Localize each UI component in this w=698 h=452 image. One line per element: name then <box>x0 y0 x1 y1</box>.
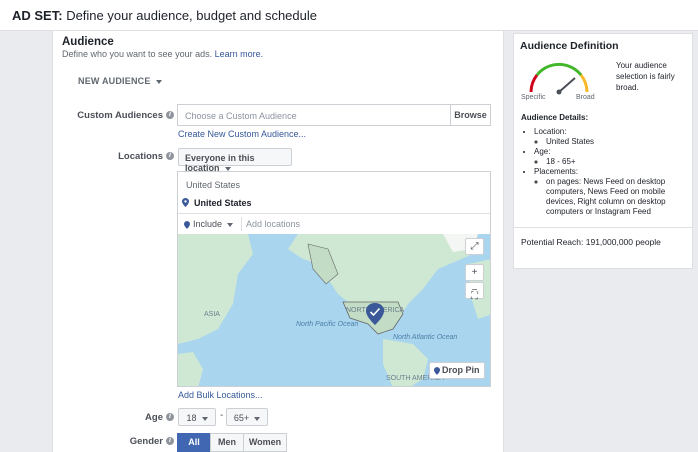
title-text: Define your audience, budget and schedul… <box>66 8 317 23</box>
chevron-down-icon <box>155 79 162 84</box>
detail-age-label: Age: <box>534 147 551 156</box>
audience-definition-title: Audience Definition <box>520 40 619 52</box>
detail-age: Age: 18 - 65+ <box>534 147 689 167</box>
zoom-in-button[interactable]: + <box>465 264 484 281</box>
age-min-value: 18 <box>186 413 197 423</box>
asia-land <box>178 234 253 344</box>
add-bulk-locations-link[interactable]: Add Bulk Locations... <box>178 390 263 400</box>
info-icon[interactable]: i <box>166 437 174 446</box>
include-dropdown[interactable]: Include <box>184 219 234 229</box>
chevron-down-icon <box>201 416 208 421</box>
pin-icon <box>182 198 189 207</box>
audience-details: Audience Details: Location: United State… <box>521 113 689 217</box>
pin-icon <box>434 366 440 375</box>
new-audience-dropdown[interactable]: NEW AUDIENCE <box>78 76 162 86</box>
age-max-dropdown[interactable]: 65+ <box>226 408 268 426</box>
custom-audiences-label: Custom Audiences i <box>74 110 174 121</box>
age-label-text: Age <box>145 412 163 423</box>
age-label: Age i <box>74 412 174 423</box>
browse-button[interactable]: Browse <box>450 105 490 125</box>
gender-all-button[interactable]: All <box>177 433 211 452</box>
custom-audiences-label-text: Custom Audiences <box>77 110 163 121</box>
locations-label: Locations i <box>74 151 174 162</box>
gender-label-text: Gender <box>129 436 163 447</box>
divider <box>513 227 693 228</box>
gauge-specific-label: Specific <box>521 94 546 101</box>
asia-map-label: ASIA <box>204 311 220 318</box>
location-type-dropdown[interactable]: Everyone in this location <box>178 148 292 173</box>
fullscreen-button[interactable]: ⤢ <box>465 238 484 255</box>
info-icon[interactable]: i <box>166 152 174 161</box>
detail-location: Location: United States <box>534 127 689 147</box>
gender-men-button[interactable]: Men <box>210 433 244 452</box>
info-icon[interactable]: i <box>166 111 174 120</box>
section-title: Audience <box>62 36 114 48</box>
gauge-broad-label: Broad <box>576 94 595 101</box>
divider <box>241 217 242 231</box>
include-label: Include <box>193 219 223 229</box>
location-item-label: United States <box>194 198 252 208</box>
locations-label-text: Locations <box>118 151 163 162</box>
new-audience-label: NEW AUDIENCE <box>78 76 151 86</box>
location-list-header: United States <box>186 180 241 190</box>
drop-pin-label: Drop Pin <box>442 365 480 375</box>
detail-placements: Placements: on pages: News Feed on deskt… <box>534 167 689 217</box>
divider <box>178 213 490 214</box>
section-subtitle: Define who you want to see your ads. Lea… <box>62 49 263 59</box>
north-atlantic-map-label: North Atlantic Ocean <box>393 334 457 341</box>
detail-age-value: 18 - 65+ <box>546 157 689 167</box>
audience-gauge-icon <box>529 62 589 95</box>
custom-audience-input[interactable]: Choose a Custom Audience Browse <box>177 104 491 126</box>
age-max-value: 65+ <box>233 413 250 423</box>
create-custom-audience-link[interactable]: Create New Custom Audience... <box>178 129 306 139</box>
title-prefix: AD SET: <box>12 8 63 23</box>
oceania-land <box>178 352 203 386</box>
location-map[interactable]: ASIA North Pacific Ocean NORTH AMERICA N… <box>178 234 490 386</box>
custom-audience-placeholder: Choose a Custom Audience <box>185 111 297 121</box>
age-min-dropdown[interactable]: 18 <box>178 408 216 426</box>
chevron-down-icon <box>254 416 261 421</box>
north-pacific-map-label: North Pacific Ocean <box>296 321 358 328</box>
detail-location-label: Location: <box>534 127 567 136</box>
recenter-icon[interactable]: ⛶ <box>465 289 484 306</box>
page-title: AD SET: Define your audience, budget and… <box>12 8 317 23</box>
details-heading: Audience Details: <box>521 113 589 122</box>
age-separator: - <box>220 410 224 421</box>
detail-placements-value: on pages: News Feed on desktop computers… <box>546 177 689 217</box>
top-bar: AD SET: Define your audience, budget and… <box>0 0 698 31</box>
gender-women-button[interactable]: Women <box>243 433 287 452</box>
detail-placements-label: Placements: <box>534 167 579 176</box>
add-locations-input[interactable]: Add locations <box>246 219 300 229</box>
chevron-down-icon <box>227 222 234 227</box>
detail-location-value: United States <box>546 137 689 147</box>
location-box: United States United States Include Add … <box>177 171 491 387</box>
subtitle-text: Define who you want to see your ads. <box>62 49 213 59</box>
pin-icon <box>184 220 190 229</box>
potential-reach: Potential Reach: 191,000,000 people <box>521 237 661 247</box>
info-icon[interactable]: i <box>166 413 174 422</box>
audience-description: Your audience selection is fairly broad. <box>616 61 675 92</box>
gender-label: Gender i <box>74 436 174 447</box>
learn-more-link[interactable]: Learn more. <box>215 49 264 59</box>
drop-pin-button[interactable]: Drop Pin <box>429 362 485 379</box>
location-item[interactable]: United States <box>182 198 252 208</box>
